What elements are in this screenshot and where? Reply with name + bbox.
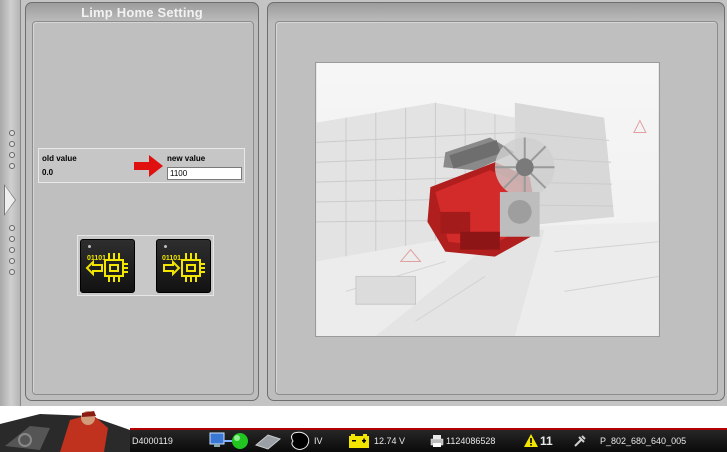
warning-icon xyxy=(524,434,538,447)
new-value-input[interactable] xyxy=(167,167,242,180)
chip-code-label: 01101 xyxy=(162,255,181,262)
engine-status-icon xyxy=(291,431,310,450)
battery-icon xyxy=(349,434,369,448)
panel-content xyxy=(32,21,254,395)
connection-status-icon xyxy=(209,432,282,450)
rail-dot xyxy=(9,163,15,169)
rail-dot xyxy=(9,152,15,158)
sidebar-toggle-rail[interactable] xyxy=(0,0,21,406)
rail-dot xyxy=(9,247,15,253)
limp-home-setting-panel: Limp Home Setting xyxy=(25,2,259,401)
parameter-set: P_802_680_640_005 xyxy=(600,436,687,446)
rail-dot xyxy=(9,225,15,231)
chip-code-label: 01101 xyxy=(87,255,106,262)
new-value-label: new value xyxy=(167,154,206,163)
engine-image xyxy=(315,62,660,337)
read-ecu-button[interactable]: 01101 xyxy=(80,239,135,293)
ignition-status: IV xyxy=(314,436,323,446)
battery-voltage: 12.74 V xyxy=(374,436,406,446)
printer-icon xyxy=(430,435,444,447)
panel-title: Limp Home Setting xyxy=(81,5,203,20)
rail-dot xyxy=(9,236,15,242)
led-indicator xyxy=(164,245,167,248)
write-ecu-button[interactable]: 01101 xyxy=(156,239,211,293)
rail-dot xyxy=(9,258,15,264)
counter-value: 1124086528 xyxy=(446,436,496,446)
status-bar: D4000119 IV 12.74 V 1124086528 11 P_802_… xyxy=(0,406,727,452)
mechanic-logo-icon xyxy=(0,406,130,452)
rail-dot xyxy=(9,130,15,136)
vehicle-id: D4000119 xyxy=(132,436,173,446)
led-indicator xyxy=(88,245,91,248)
ecu-button-group: 01101 01101 xyxy=(77,235,214,296)
arrow-right-icon xyxy=(134,155,163,177)
tools-icon xyxy=(574,435,586,447)
rail-dot xyxy=(9,141,15,147)
value-editor: old value 0.0 new value xyxy=(38,148,245,183)
old-value-label: old value xyxy=(42,154,77,163)
old-value: 0.0 xyxy=(42,168,54,177)
warning-count[interactable]: 11 xyxy=(540,434,553,448)
rail-dot xyxy=(9,269,15,275)
